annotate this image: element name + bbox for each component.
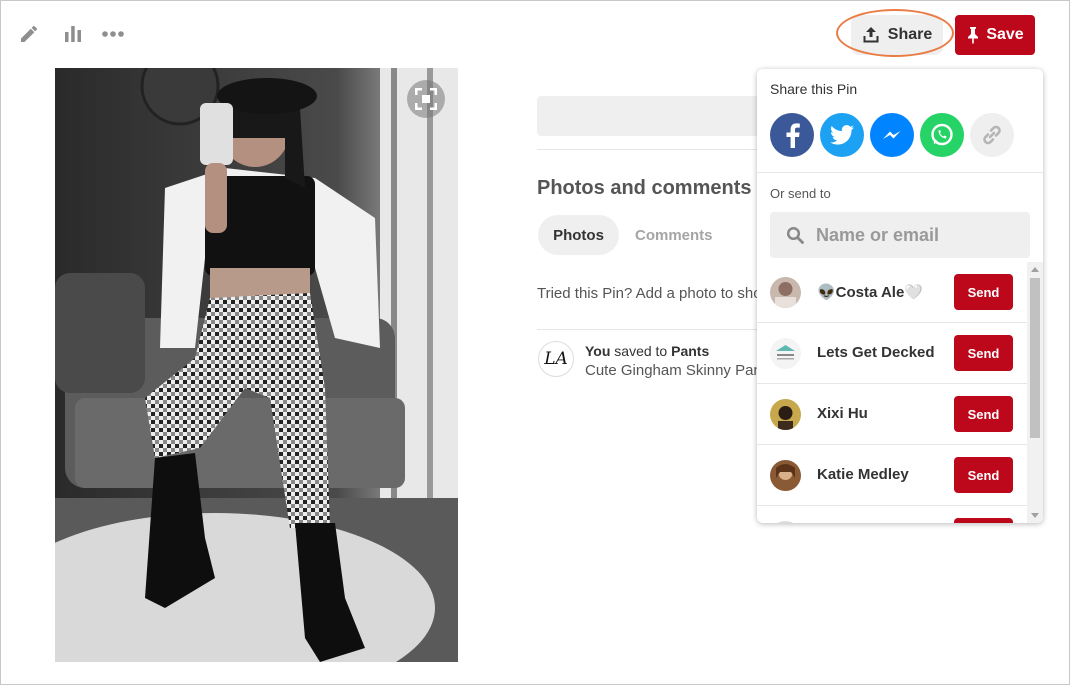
send-button[interactable]: Send bbox=[954, 518, 1013, 523]
tried-prompt[interactable]: Tried this Pin? Add a photo to show bbox=[537, 285, 759, 302]
contact-name: Katie Medley bbox=[817, 466, 909, 483]
contact-avatar bbox=[770, 399, 801, 430]
more-dots-icon[interactable] bbox=[100, 21, 126, 47]
send-button[interactable]: Send bbox=[954, 396, 1013, 432]
divider bbox=[537, 329, 767, 330]
share-upload-icon bbox=[863, 27, 879, 43]
send-button[interactable]: Send bbox=[954, 274, 1013, 310]
contact-avatar bbox=[770, 521, 801, 523]
saved-to-text: saved to bbox=[614, 343, 668, 359]
twitter-share-button[interactable] bbox=[820, 113, 864, 157]
pushpin-icon bbox=[968, 27, 979, 44]
facebook-icon bbox=[786, 123, 800, 148]
contact-name: Lets Get Decked bbox=[817, 344, 935, 361]
saver-name[interactable]: You bbox=[585, 343, 610, 359]
contact-avatar bbox=[770, 460, 801, 491]
contact-row[interactable]: Send bbox=[757, 506, 1027, 523]
popover-title: Share this Pin bbox=[770, 81, 858, 97]
expand-image-button[interactable] bbox=[407, 80, 445, 118]
save-button[interactable]: Save bbox=[955, 15, 1035, 55]
share-button-label: Share bbox=[887, 26, 933, 43]
whatsapp-share-button[interactable] bbox=[920, 113, 964, 157]
contact-avatar bbox=[770, 338, 801, 369]
messenger-icon bbox=[883, 131, 901, 139]
saver-avatar[interactable]: LA bbox=[538, 341, 574, 377]
contact-name: Xixi Hu bbox=[817, 405, 868, 422]
save-button-label: Save bbox=[986, 26, 1024, 43]
contact-row[interactable]: Xixi Hu Send bbox=[757, 384, 1027, 445]
section-title: Photos and comments bbox=[537, 177, 752, 199]
share-button[interactable]: Share bbox=[851, 15, 943, 55]
pin-description: Cute Gingham Skinny Pants bbox=[585, 362, 759, 379]
saved-line: You saved to Pants bbox=[585, 343, 709, 359]
pin-link-bar[interactable] bbox=[537, 96, 767, 136]
divider bbox=[757, 172, 1043, 173]
tab-photos[interactable]: Photos bbox=[538, 215, 619, 255]
pin-photo[interactable] bbox=[55, 68, 458, 662]
link-icon bbox=[983, 125, 1001, 145]
divider bbox=[537, 149, 767, 150]
search-icon bbox=[786, 226, 804, 244]
copy-link-button[interactable] bbox=[970, 113, 1014, 157]
contact-list-scrollbar[interactable] bbox=[1027, 262, 1043, 523]
expand-icon bbox=[415, 88, 437, 110]
messenger-share-button[interactable] bbox=[870, 113, 914, 157]
app-frame: Share Save Photos and comments Photos Co… bbox=[0, 0, 1070, 685]
contact-name: 👽Costa Ale🤍 bbox=[817, 284, 923, 301]
search-box[interactable] bbox=[770, 212, 1030, 258]
facebook-share-button[interactable] bbox=[770, 113, 814, 157]
board-name[interactable]: Pants bbox=[671, 343, 709, 359]
twitter-icon bbox=[830, 125, 854, 145]
share-popover: Share this Pin Or send to 👽Co bbox=[757, 69, 1043, 523]
scroll-down-arrow-icon[interactable] bbox=[1031, 513, 1039, 518]
pencil-icon[interactable] bbox=[16, 21, 42, 47]
scroll-thumb[interactable] bbox=[1030, 278, 1040, 438]
contact-row[interactable]: Lets Get Decked Send bbox=[757, 323, 1027, 384]
name-or-email-input[interactable] bbox=[816, 224, 1016, 246]
send-button[interactable]: Send bbox=[954, 335, 1013, 371]
whatsapp-icon bbox=[931, 123, 953, 146]
scroll-up-arrow-icon[interactable] bbox=[1031, 267, 1039, 272]
contact-avatar bbox=[770, 277, 801, 308]
or-send-to-label: Or send to bbox=[770, 186, 831, 201]
send-button[interactable]: Send bbox=[954, 457, 1013, 493]
bar-chart-icon[interactable] bbox=[60, 21, 86, 47]
tab-comments[interactable]: Comments bbox=[635, 227, 713, 244]
contact-list: 👽Costa Ale🤍 Send Lets Get Decked Send Xi… bbox=[757, 262, 1043, 523]
contact-row[interactable]: 👽Costa Ale🤍 Send bbox=[757, 262, 1027, 323]
contact-row[interactable]: Katie Medley Send bbox=[757, 445, 1027, 506]
